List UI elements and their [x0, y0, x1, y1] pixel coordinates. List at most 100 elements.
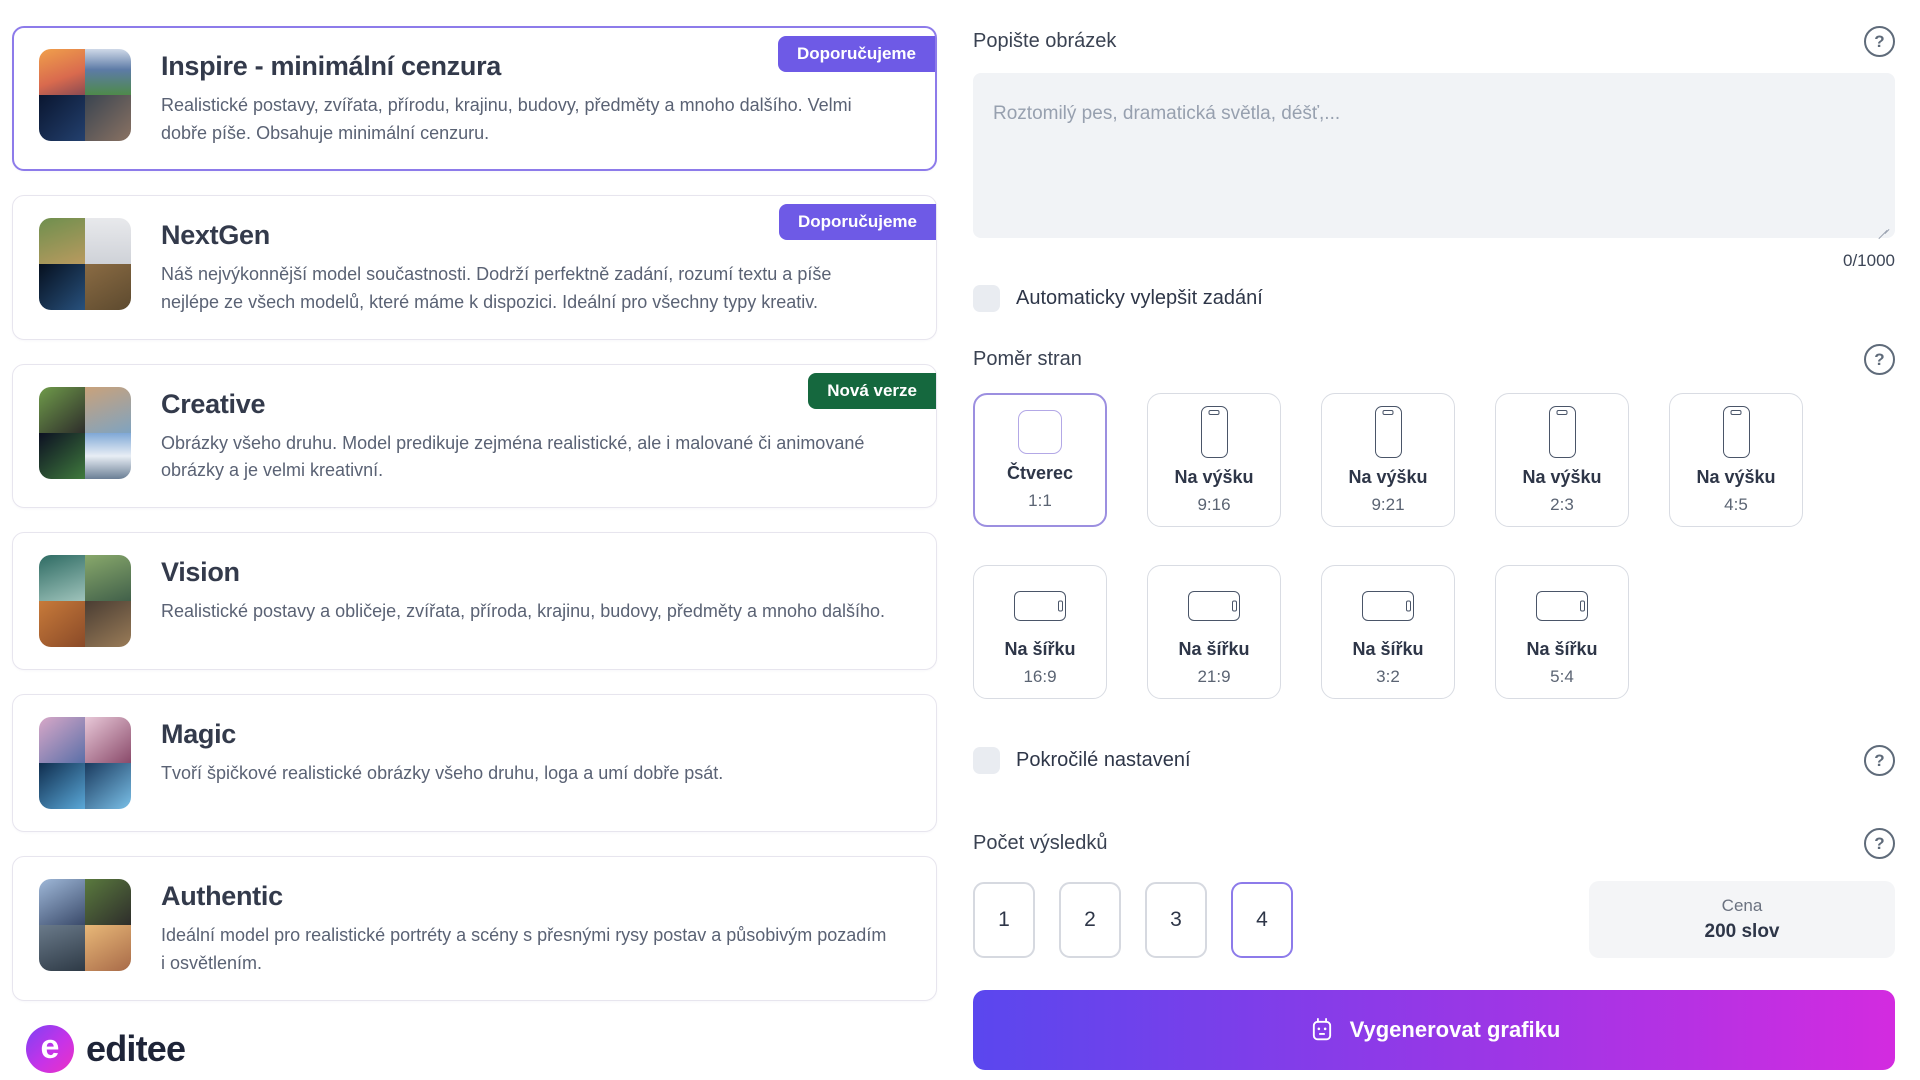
aspect-option-4-5[interactable]: Na výšku 4:5 — [1669, 393, 1803, 527]
aspect-ratio: 2:3 — [1550, 495, 1574, 515]
thumb-quad — [85, 763, 131, 809]
model-body: Vision Realistické postavy a obličeje, z… — [161, 555, 910, 626]
help-icon[interactable]: ? — [1864, 26, 1895, 57]
phone-landscape-icon — [1362, 591, 1414, 621]
aspect-option-21-9[interactable]: Na šířku 21:9 — [1147, 565, 1281, 699]
aspect-name: Na výšku — [1522, 467, 1601, 488]
recommended-badge: Doporučujeme — [778, 36, 935, 72]
aspect-name: Na šířku — [1178, 639, 1249, 660]
aspect-option-3-2[interactable]: Na šířku 3:2 — [1321, 565, 1455, 699]
aspect-ratio: 4:5 — [1724, 495, 1748, 515]
thumb-quad — [39, 49, 85, 95]
prompt-header: Popište obrázek ? — [973, 26, 1895, 57]
model-description: Ideální model pro realistické portréty a… — [161, 922, 891, 978]
thumb-quad — [39, 925, 85, 971]
help-icon[interactable]: ? — [1864, 344, 1895, 375]
auto-improve-row: Automaticky vylepšit zadání — [973, 285, 1895, 312]
aspect-name: Na výšku — [1348, 467, 1427, 488]
model-body: Magic Tvoří špičkové realistické obrázky… — [161, 717, 910, 788]
char-counter: 0/1000 — [973, 251, 1895, 271]
thumb-quad — [85, 601, 131, 647]
results-row: 1 2 3 4 Cena 200 slov — [973, 881, 1895, 958]
aspect-ratio: 21:9 — [1197, 667, 1230, 687]
aspect-ratio: 5:4 — [1550, 667, 1574, 687]
model-card-vision[interactable]: Vision Realistické postavy a obličeje, z… — [12, 532, 937, 670]
price-box: Cena 200 slov — [1589, 881, 1895, 958]
price-label: Cena — [1722, 896, 1763, 916]
prompt-label: Popište obrázek — [973, 30, 1116, 53]
prompt-textarea[interactable] — [973, 73, 1895, 238]
count-button-1[interactable]: 1 — [973, 882, 1035, 958]
generate-button-label: Vygenerovat grafiku — [1350, 1017, 1561, 1043]
model-thumbnail — [39, 555, 131, 647]
thumb-quad — [85, 95, 131, 141]
model-card-inspire[interactable]: Inspire - minimální cenzura Realistické … — [12, 26, 937, 171]
auto-improve-checkbox[interactable] — [973, 285, 1000, 312]
count-button-2[interactable]: 2 — [1059, 882, 1121, 958]
phone-portrait-icon — [1375, 406, 1402, 458]
model-title: Creative — [161, 389, 910, 420]
aspect-label: Poměr stran — [973, 348, 1082, 371]
results-header: Počet výsledků ? — [973, 828, 1895, 859]
thumb-quad — [39, 95, 85, 141]
prompt-field-wrap — [973, 73, 1895, 243]
model-thumbnail — [39, 218, 131, 310]
results-count-group: 1 2 3 4 — [973, 882, 1293, 958]
model-title: Authentic — [161, 881, 910, 912]
count-button-3[interactable]: 3 — [1145, 882, 1207, 958]
model-card-creative[interactable]: Creative Obrázky všeho druhu. Model pred… — [12, 364, 937, 509]
help-icon[interactable]: ? — [1864, 745, 1895, 776]
editee-logo-icon: e — [26, 1025, 74, 1073]
thumb-quad — [39, 763, 85, 809]
phone-portrait-icon — [1549, 406, 1576, 458]
app-root: Inspire - minimální cenzura Realistické … — [0, 0, 1920, 1080]
aspect-name: Na šířku — [1526, 639, 1597, 660]
brand-logo[interactable]: e editee — [12, 1025, 937, 1073]
model-description: Obrázky všeho druhu. Model predikuje zej… — [161, 430, 891, 486]
help-icon[interactable]: ? — [1864, 828, 1895, 859]
model-card-magic[interactable]: Magic Tvoří špičkové realistické obrázky… — [12, 694, 937, 832]
thumb-quad — [85, 925, 131, 971]
advanced-settings-checkbox[interactable] — [973, 747, 1000, 774]
model-thumbnail — [39, 879, 131, 971]
new-version-badge: Nová verze — [808, 373, 936, 409]
model-title: Magic — [161, 719, 910, 750]
model-card-authentic[interactable]: Authentic Ideální model pro realistické … — [12, 856, 937, 1001]
thumb-quad — [39, 879, 85, 925]
aspect-header: Poměr stran ? — [973, 344, 1895, 375]
aspect-option-9-16[interactable]: Na výšku 9:16 — [1147, 393, 1281, 527]
count-button-4[interactable]: 4 — [1231, 882, 1293, 958]
thumb-quad — [85, 264, 131, 310]
aspect-options: Čtverec 1:1 Na výšku 9:16 Na výšku 9:21 … — [973, 393, 1895, 699]
model-description: Realistické postavy a obličeje, zvířata,… — [161, 598, 891, 626]
square-icon — [1018, 410, 1062, 454]
advanced-settings-label: Pokročilé nastavení — [1016, 749, 1191, 772]
aspect-option-5-4[interactable]: Na šířku 5:4 — [1495, 565, 1629, 699]
aspect-name: Na šířku — [1352, 639, 1423, 660]
aspect-option-1-1[interactable]: Čtverec 1:1 — [973, 393, 1107, 527]
thumb-quad — [39, 433, 85, 479]
thumb-quad — [85, 49, 131, 95]
generation-panel: Popište obrázek ? 0/1000 Automaticky vyl… — [973, 26, 1895, 1080]
generate-button[interactable]: Vygenerovat grafiku — [973, 990, 1895, 1070]
thumb-quad — [39, 601, 85, 647]
aspect-option-2-3[interactable]: Na výšku 2:3 — [1495, 393, 1629, 527]
thumb-quad — [39, 264, 85, 310]
model-description: Tvoří špičkové realistické obrázky všeho… — [161, 760, 891, 788]
aspect-ratio: 9:21 — [1371, 495, 1404, 515]
phone-landscape-icon — [1188, 591, 1240, 621]
price-value: 200 slov — [1705, 921, 1780, 943]
model-card-nextgen[interactable]: NextGen Náš nejvýkonnější model součastn… — [12, 195, 937, 340]
model-description: Realistické postavy, zvířata, přírodu, k… — [161, 92, 891, 148]
aspect-name: Na výšku — [1174, 467, 1253, 488]
aspect-option-9-21[interactable]: Na výšku 9:21 — [1321, 393, 1455, 527]
aspect-name: Na výšku — [1696, 467, 1775, 488]
robot-icon — [1308, 1016, 1336, 1044]
phone-landscape-icon — [1536, 591, 1588, 621]
aspect-option-16-9[interactable]: Na šířku 16:9 — [973, 565, 1107, 699]
aspect-ratio: 3:2 — [1376, 667, 1400, 687]
aspect-name: Na šířku — [1004, 639, 1075, 660]
phone-landscape-icon — [1014, 591, 1066, 621]
model-thumbnail — [39, 717, 131, 809]
aspect-ratio: 16:9 — [1023, 667, 1056, 687]
